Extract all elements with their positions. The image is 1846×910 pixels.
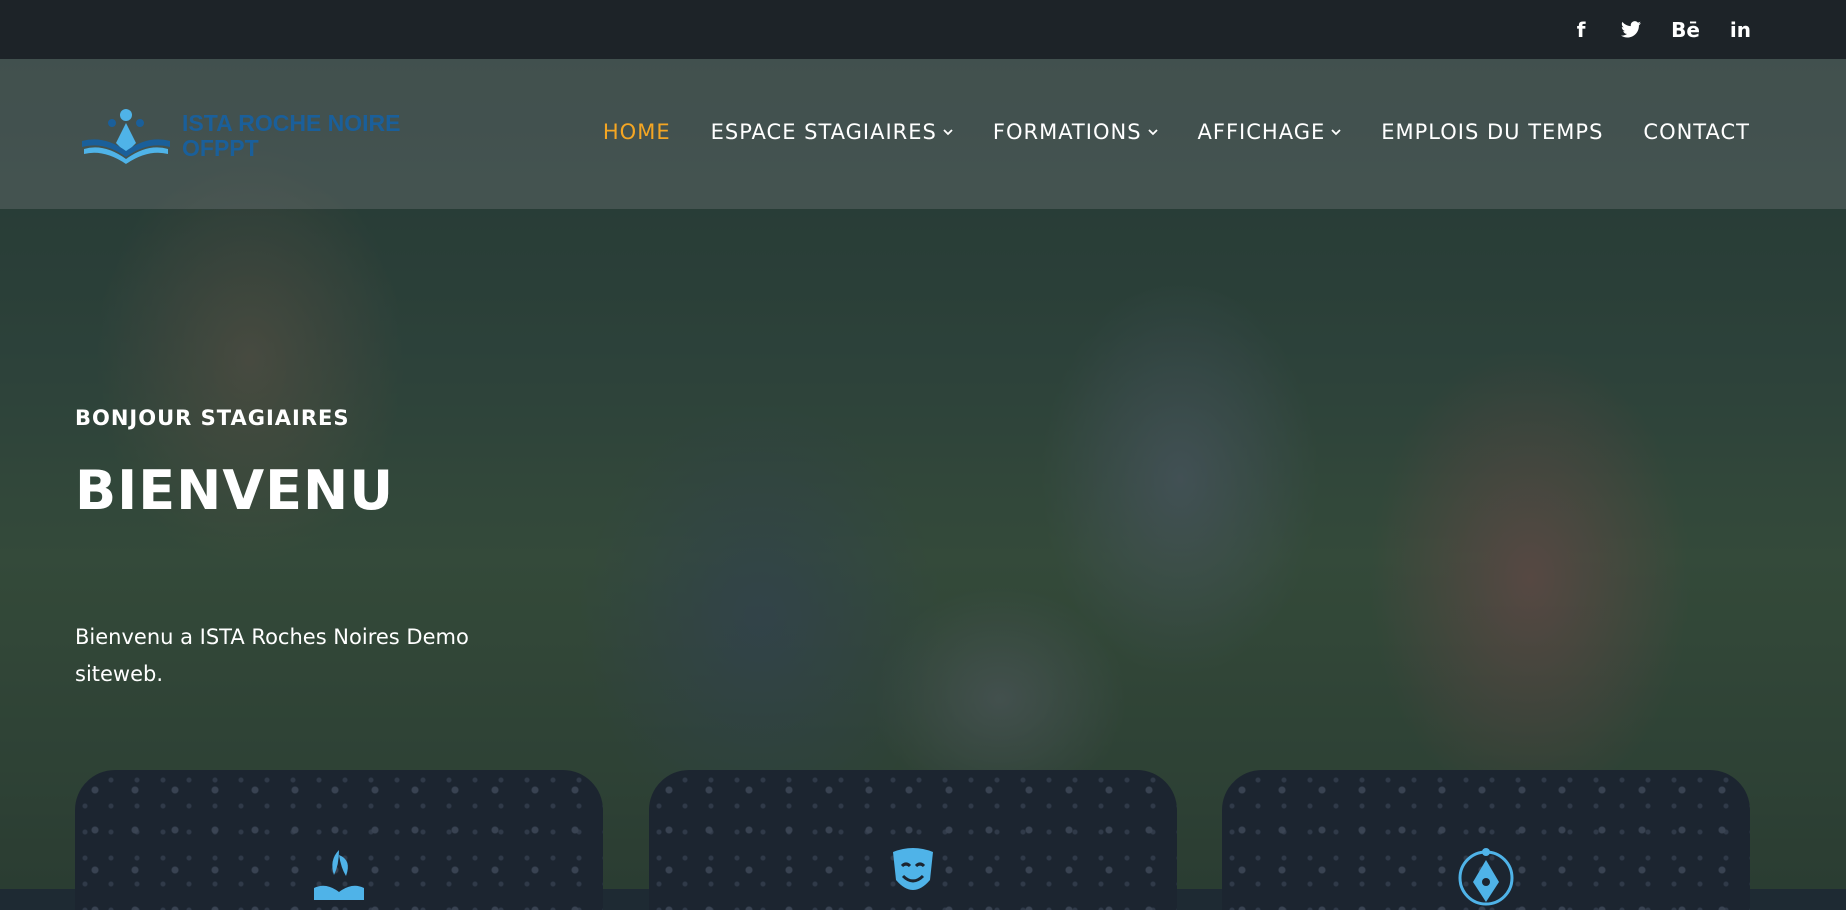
nav-emplois-du-temps-label: EMPLOIS DU TEMPS <box>1381 120 1604 144</box>
feature-card-1[interactable] <box>75 770 603 910</box>
nav-espace-stagiaires-label: ESPACE STAGIAIRES <box>710 120 937 144</box>
social-links: f Bē in <box>1571 0 1751 59</box>
site-logo[interactable]: ISTA ROCHE NOIRE OFPPT <box>78 101 408 171</box>
logo-line-1: ISTA ROCHE NOIRE <box>182 110 401 136</box>
nav-formations-label: FORMATIONS <box>992 120 1142 144</box>
chevron-down-icon <box>1147 129 1158 136</box>
nav-formations[interactable]: FORMATIONS <box>993 120 1158 144</box>
nav-espace-stagiaires[interactable]: ESPACE STAGIAIRES <box>711 120 953 144</box>
nav-contact-label: CONTACT <box>1643 120 1750 144</box>
plant-book-icon <box>314 850 364 900</box>
linkedin-icon[interactable]: in <box>1730 18 1751 42</box>
nav-home[interactable]: HOME <box>603 120 671 144</box>
nav-home-label: HOME <box>602 120 671 144</box>
open-book-logo-icon <box>82 109 170 164</box>
hero-subtitle: BONJOUR STAGIAIRES <box>75 406 350 430</box>
nav-affichage-label: AFFICHAGE <box>1197 120 1326 144</box>
twitter-icon[interactable] <box>1621 18 1642 42</box>
feature-card-2[interactable] <box>649 770 1177 910</box>
hero-title: BIENVENU <box>75 459 395 522</box>
behance-icon[interactable]: Bē <box>1671 18 1700 42</box>
logo-text: ISTA ROCHE NOIRE OFPPT <box>182 111 401 161</box>
main-header: ISTA ROCHE NOIRE OFPPT HOME ESPACE STAGI… <box>0 59 1846 209</box>
chevron-down-icon <box>1331 129 1341 136</box>
logo-line-2: OFPPT <box>182 135 259 161</box>
feature-card-3[interactable] <box>1222 770 1750 910</box>
theater-masks-icon <box>893 848 933 890</box>
pen-nib-icon <box>1458 848 1514 906</box>
facebook-icon[interactable]: f <box>1571 18 1591 42</box>
top-bar: f Bē in <box>0 0 1846 59</box>
nav-affichage[interactable]: AFFICHAGE <box>1198 120 1342 144</box>
hero-description: Bienvenu a ISTA Roches Noires Demo sitew… <box>75 625 469 686</box>
hero-section: ISTA ROCHE NOIRE OFPPT HOME ESPACE STAGI… <box>0 59 1846 889</box>
nav-emplois-du-temps[interactable]: EMPLOIS DU TEMPS <box>1381 120 1603 144</box>
chevron-down-icon <box>943 129 953 136</box>
main-nav: HOME ESPACE STAGIAIRES FORMATIONS AFFICH… <box>603 116 1750 148</box>
nav-contact[interactable]: CONTACT <box>1643 120 1750 144</box>
